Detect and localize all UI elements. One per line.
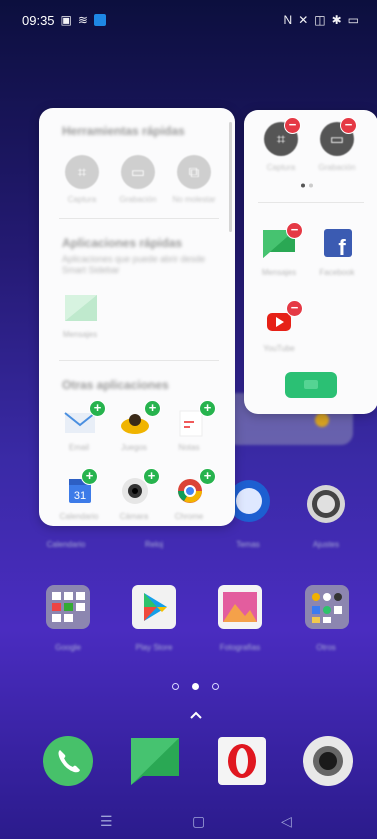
tool-label: No molestar — [172, 195, 216, 204]
home-label: Otros — [316, 643, 336, 652]
add-badge-icon[interactable]: + — [199, 468, 216, 485]
other-apps-title: Otras aplicaciones — [62, 378, 169, 392]
remove-badge-icon[interactable]: − — [286, 222, 303, 239]
calendar-date: 31 — [74, 490, 86, 502]
quick-tools-title: Herramientas rápidas — [62, 124, 185, 138]
messages-icon[interactable] — [129, 735, 181, 787]
divider — [59, 360, 219, 361]
add-badge-icon[interactable]: + — [199, 400, 216, 417]
remove-badge-icon[interactable]: − — [286, 300, 303, 317]
app-label: Mensajes — [261, 268, 297, 277]
tool-label: Captura — [266, 163, 296, 172]
phone-icon[interactable] — [42, 735, 94, 787]
opera-icon[interactable] — [216, 735, 268, 787]
remove-badge-icon[interactable]: − — [284, 117, 301, 134]
quick-apps-hint: Aplicaciones que puede abrir desde Smart… — [62, 254, 206, 275]
page-dot — [212, 683, 219, 690]
facebook-glyph: f — [338, 235, 346, 258]
settings-icon[interactable] — [303, 481, 349, 527]
home-label: Google — [55, 643, 81, 652]
app-label: Chrome — [174, 512, 204, 521]
page-dot-active — [192, 683, 199, 690]
camera-icon[interactable] — [302, 735, 354, 787]
page-dot — [172, 683, 179, 690]
done-button[interactable] — [285, 372, 337, 398]
home-label: Temas — [236, 540, 260, 549]
home-button-icon[interactable]: ▢ — [192, 813, 205, 830]
google-folder-icon[interactable] — [45, 584, 91, 630]
scrollbar[interactable] — [229, 122, 232, 232]
app-label: Cámara — [119, 512, 149, 521]
chevron-up-icon[interactable] — [189, 708, 203, 722]
divider — [59, 218, 219, 219]
app-label: Calendario — [59, 512, 99, 521]
menu-icon[interactable]: ☰ — [100, 813, 113, 830]
tool-label: Grabación — [318, 163, 356, 172]
app-label: Email — [68, 443, 89, 452]
add-badge-icon[interactable]: + — [89, 400, 106, 417]
sidebar-preview-panel: ⌗ − ▭ − Captura Grabación − f Mensajes F… — [244, 110, 377, 414]
photos-icon[interactable] — [217, 584, 263, 630]
app-label: Mensajes — [62, 330, 98, 339]
tools-page-indicator — [301, 183, 313, 188]
remove-badge-icon[interactable]: − — [340, 117, 357, 134]
tool-label: Captura — [67, 195, 97, 204]
play-store-icon[interactable] — [131, 584, 177, 630]
add-badge-icon[interactable]: + — [81, 468, 98, 485]
home-label: Reloj — [144, 540, 164, 549]
tool-label: Grabación — [119, 195, 157, 204]
sidebar-edit-panel: Herramientas rápidas ⌗ ▭ ⧉ Captura Graba… — [39, 108, 235, 526]
other-folder-icon[interactable] — [304, 584, 350, 630]
add-badge-icon[interactable]: + — [143, 468, 160, 485]
quick-apps-title: Aplicaciones rápidas — [62, 236, 183, 250]
done-button-glyph — [304, 380, 318, 389]
app-label: Facebook — [319, 268, 355, 277]
app-label: Notas — [178, 443, 200, 452]
crop-icon[interactable]: ⌗ — [65, 155, 99, 189]
home-label: Calendario — [46, 540, 86, 549]
home-label: Ajustes — [312, 540, 340, 549]
screen-record-icon[interactable]: ⧉ — [177, 155, 211, 189]
video-icon[interactable]: ▭ — [121, 155, 155, 189]
home-label: Play Store — [135, 643, 173, 652]
divider — [258, 202, 364, 203]
facebook-icon[interactable]: f — [320, 228, 354, 258]
app-label: Juegos — [121, 443, 147, 452]
add-badge-icon[interactable]: + — [144, 400, 161, 417]
app-label: YouTube — [263, 344, 295, 353]
navigation-bar: ☰ ▢ ◁ — [0, 805, 377, 839]
page-indicator — [172, 683, 219, 690]
messages-icon[interactable] — [64, 293, 98, 323]
home-label: Fotografías — [219, 643, 261, 652]
back-icon[interactable]: ◁ — [281, 813, 292, 830]
